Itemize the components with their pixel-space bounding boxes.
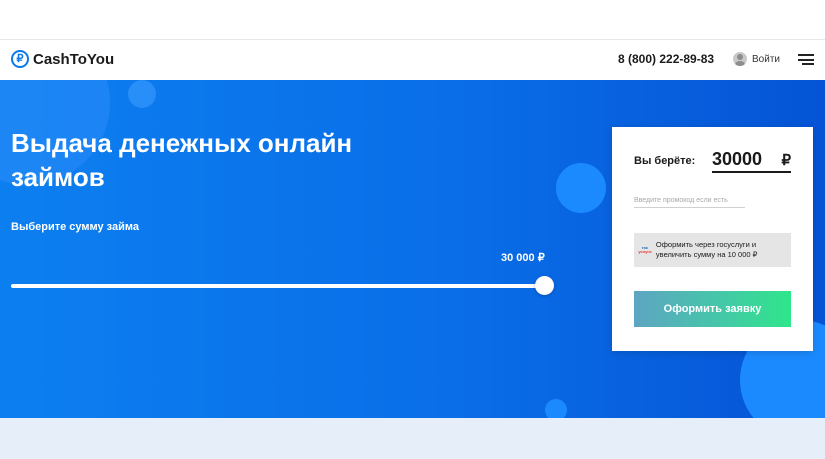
- loan-amount-slider-handle[interactable]: [535, 276, 554, 295]
- page-title: Выдача денежных онлайн займов: [11, 128, 353, 192]
- loan-sum-label: Выберите сумму займа: [11, 221, 139, 233]
- decor-circle: [556, 163, 606, 213]
- ruble-sign: ₽: [781, 151, 791, 169]
- phone-link[interactable]: 8 (800) 222-89-83: [618, 52, 714, 66]
- hamburger-menu-icon[interactable]: [798, 54, 814, 65]
- amount-value: 30000: [712, 149, 763, 169]
- take-amount-label: Вы берёте:: [634, 155, 696, 167]
- gosuslugi-text: Оформить через госуслуги и увеличить сум…: [655, 239, 758, 259]
- amount-input[interactable]: 30000 ₽: [712, 148, 791, 173]
- promo-code-input[interactable]: [634, 194, 745, 208]
- logo-text: CashToYou: [33, 50, 115, 68]
- gosuslugi-button[interactable]: гос услуги Оформить через госуслуги и ув…: [634, 233, 791, 267]
- logo[interactable]: ₽ CashToYou: [11, 50, 114, 68]
- apply-button[interactable]: Оформить заявку: [634, 291, 791, 327]
- decor-circle: [128, 80, 156, 108]
- login-label: Войти: [752, 53, 780, 65]
- loan-amount-slider-track[interactable]: [11, 284, 546, 288]
- decor-circle: [545, 399, 567, 418]
- login-button[interactable]: Войти: [733, 52, 780, 66]
- slider-value-label: 30 000 ₽: [501, 252, 545, 264]
- top-blank-area: [0, 0, 825, 40]
- ruble-circle-icon: ₽: [11, 50, 29, 68]
- gosuslugi-logo-icon: гос услуги: [638, 245, 652, 254]
- user-avatar-icon: [733, 52, 747, 66]
- next-section-band: [0, 418, 825, 459]
- loan-form-card: Вы берёте: 30000 ₽ гос услуги Оформить ч…: [612, 127, 813, 351]
- site-header: ₽ CashToYou 8 (800) 222-89-83 Войти: [0, 40, 825, 80]
